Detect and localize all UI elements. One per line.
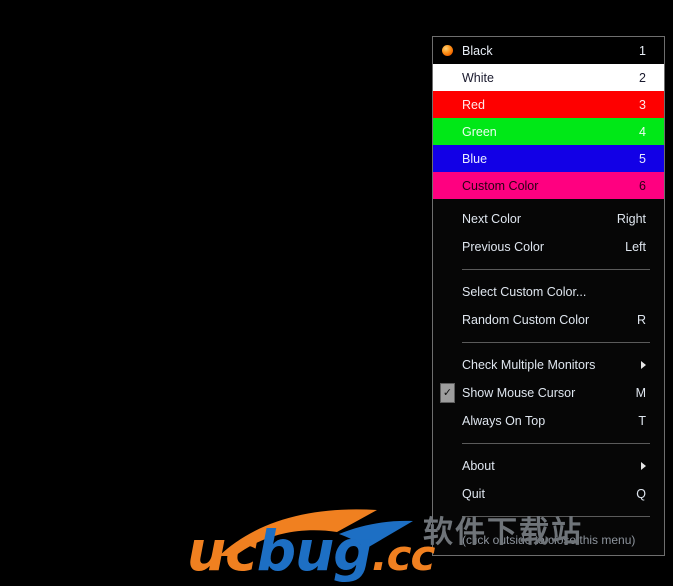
watermark-brand-uc: uc: [187, 519, 258, 583]
menu-item-label: Previous Color: [462, 240, 544, 254]
menu-item-gutter: [433, 306, 462, 334]
navigation-items-group: Next Color Right Previous Color Left: [433, 199, 664, 261]
menu-item-label: Custom Color: [462, 178, 539, 193]
menu-item-shortcut: Left: [625, 240, 646, 254]
menu-item-label: Random Custom Color: [462, 313, 590, 327]
menu-item-gutter: [433, 351, 462, 379]
menu-item-shortcut: 4: [639, 124, 646, 139]
menu-item-label: Green: [462, 124, 497, 139]
checkmark-icon: ✓: [440, 383, 455, 403]
selected-radio-gutter: [433, 37, 462, 64]
menu-item-gutter: [433, 64, 462, 91]
menu-item-label: Blue: [462, 151, 488, 166]
option-items-group: Check Multiple Monitors ✓ Show Mouse Cur…: [433, 351, 664, 435]
menu-separator: [462, 516, 650, 517]
menu-item-next-color[interactable]: Next Color Right: [433, 205, 664, 233]
menu-item-shortcut: Q: [636, 487, 646, 501]
chevron-right-icon: [641, 361, 646, 369]
menu-item-gutter: [433, 233, 462, 261]
menu-item-shortcut: R: [636, 313, 646, 327]
menu-item-white[interactable]: White 2: [433, 64, 664, 91]
menu-item-gutter: [433, 480, 462, 508]
color-items-group: Black 1 White 2 Red 3 Green 4 Blue 5 Cus…: [433, 37, 664, 199]
menu-item-always-on-top[interactable]: Always On Top T: [433, 407, 664, 435]
menu-item-shortcut: M: [635, 386, 646, 400]
menu-item-label: Next Color: [462, 212, 522, 226]
color-picker-context-menu[interactable]: Black 1 White 2 Red 3 Green 4 Blue 5 Cus…: [432, 36, 665, 556]
menu-item-green[interactable]: Green 4: [433, 118, 664, 145]
menu-item-shortcut: 2: [639, 70, 646, 85]
menu-item-shortcut: Right: [616, 212, 646, 226]
menu-item-show-mouse-cursor[interactable]: ✓ Show Mouse Cursor M: [433, 379, 664, 407]
menu-item-black[interactable]: Black 1: [433, 37, 664, 64]
menu-item-select-custom-color[interactable]: Select Custom Color...: [433, 278, 664, 306]
menu-item-red[interactable]: Red 3: [433, 91, 664, 118]
menu-item-gutter: [433, 278, 462, 306]
menu-item-label: Quit: [462, 487, 485, 501]
menu-separator: [462, 269, 650, 270]
menu-item-check-multiple-monitors[interactable]: Check Multiple Monitors: [433, 351, 664, 379]
menu-item-gutter: [433, 91, 462, 118]
checkbox-gutter: ✓: [433, 379, 462, 407]
custom-color-items-group: Select Custom Color... Random Custom Col…: [433, 278, 664, 334]
menu-item-custom-color[interactable]: Custom Color 6: [433, 172, 664, 199]
menu-item-random-custom-color[interactable]: Random Custom Color R: [433, 306, 664, 334]
menu-item-gutter: [433, 452, 462, 480]
radio-selected-icon: [442, 45, 453, 56]
menu-separator: [462, 342, 650, 343]
watermark-brand-tld: .cc: [371, 531, 436, 580]
menu-item-shortcut: 5: [639, 151, 646, 166]
app-items-group: About Quit Q: [433, 452, 664, 508]
watermark-brand: ucbug.cc: [187, 524, 436, 580]
menu-item-blue[interactable]: Blue 5: [433, 145, 664, 172]
menu-item-shortcut: T: [638, 414, 646, 428]
menu-item-shortcut: 1: [639, 43, 646, 58]
menu-item-label: About: [462, 459, 495, 473]
watermark-brand-bug: bug: [256, 519, 373, 583]
menu-item-label: Show Mouse Cursor: [462, 386, 576, 400]
menu-item-label: Select Custom Color...: [462, 285, 587, 299]
menu-item-label: Check Multiple Monitors: [462, 358, 596, 372]
menu-item-label: Red: [462, 97, 485, 112]
watermark-swoosh-icon: [219, 509, 413, 556]
menu-item-gutter: [433, 205, 462, 233]
menu-item-gutter: [433, 145, 462, 172]
menu-item-label: Always On Top: [462, 414, 546, 428]
menu-item-previous-color[interactable]: Previous Color Left: [433, 233, 664, 261]
menu-separator: [462, 443, 650, 444]
menu-item-quit[interactable]: Quit Q: [433, 480, 664, 508]
menu-item-shortcut: 6: [639, 178, 646, 193]
menu-item-gutter: [433, 172, 462, 199]
menu-item-about[interactable]: About: [433, 452, 664, 480]
menu-item-gutter: [433, 407, 462, 435]
menu-item-label: White: [462, 70, 494, 85]
menu-item-gutter: [433, 118, 462, 145]
chevron-right-icon: [641, 462, 646, 470]
menu-item-label: Black: [462, 43, 493, 58]
menu-item-shortcut: 3: [639, 97, 646, 112]
menu-footer-hint: (click outside to close this menu): [462, 533, 636, 547]
